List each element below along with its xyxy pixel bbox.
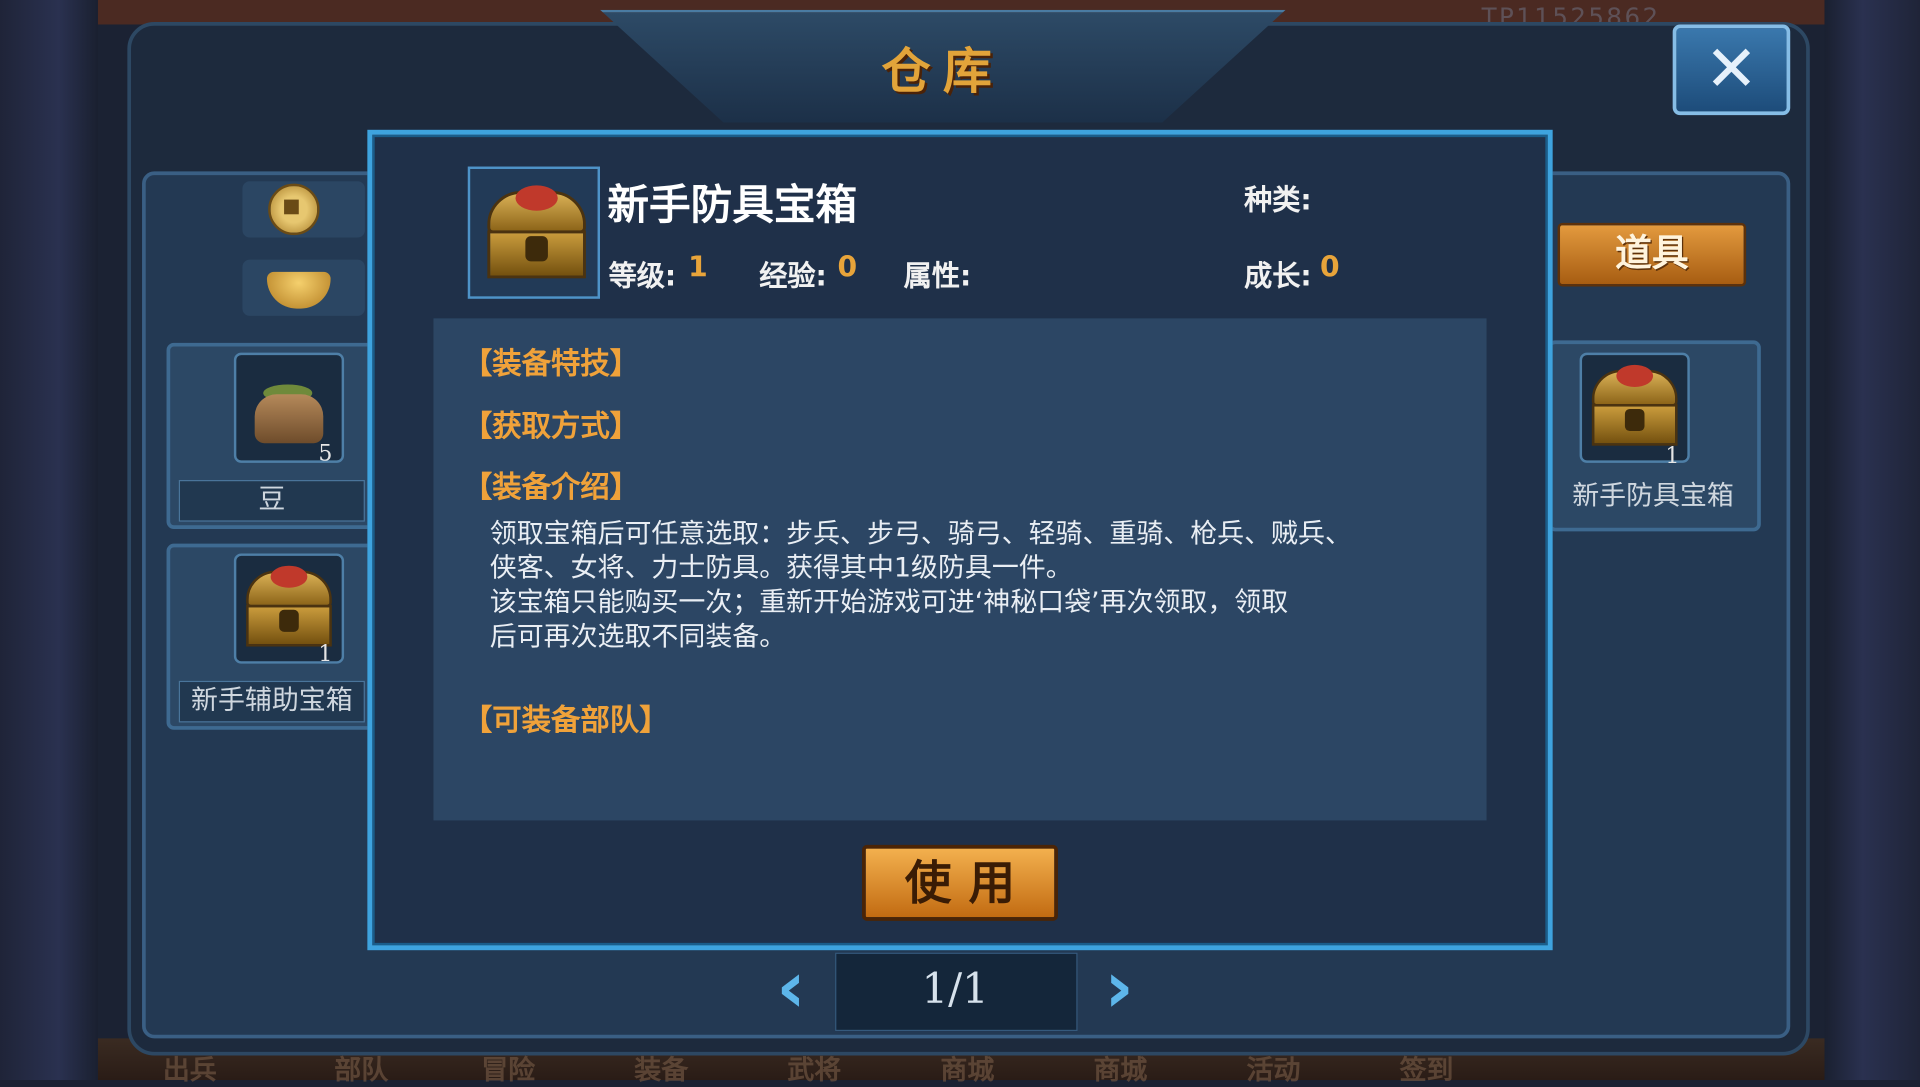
- next-page-button[interactable]: ›: [1090, 951, 1149, 1026]
- chevron-left-icon: ‹: [776, 945, 806, 1029]
- section-equip-intro: 【装备介绍】: [462, 470, 640, 505]
- item-count: 5: [318, 440, 333, 467]
- item-label: 新手辅助宝箱: [178, 680, 365, 723]
- chevron-right-icon: ›: [1104, 945, 1134, 1029]
- treasure-chest-icon: [246, 565, 332, 647]
- prev-page-button[interactable]: ‹: [762, 951, 821, 1026]
- use-button[interactable]: 使用: [862, 844, 1058, 921]
- item-name: 新手防具宝箱: [607, 181, 858, 231]
- growth-value: 0: [1320, 252, 1340, 285]
- close-icon: ✕: [1704, 33, 1759, 107]
- section-equippable-troops: 【可装备部队】: [462, 702, 669, 738]
- exp-value: 0: [837, 252, 858, 285]
- type-label: 种类:: [1244, 184, 1312, 217]
- coin-hole: [284, 199, 299, 215]
- background-right: [1824, 0, 1920, 1081]
- treasure-chest-icon: [1591, 364, 1678, 446]
- section-equip-skills: 【装备特技】: [462, 346, 640, 381]
- treasure-chest-icon: [487, 185, 586, 279]
- tab-props[interactable]: 道具: [1557, 222, 1747, 287]
- window-title: 仓库: [881, 42, 1005, 101]
- section-obtain-method: 【获取方式】: [462, 408, 640, 444]
- page-number: 1/1: [921, 964, 989, 1014]
- background-left: [0, 0, 98, 1081]
- description-line: 后可再次选取不同装备。: [489, 622, 787, 653]
- item-count: 1: [1665, 443, 1680, 469]
- item-label: 新手防具宝箱: [1572, 481, 1734, 512]
- bean-sack-icon: [254, 394, 324, 444]
- exp-label: 经验:: [759, 260, 827, 293]
- item-label: 豆: [178, 480, 365, 522]
- close-button[interactable]: ✕: [1672, 24, 1791, 116]
- attribute-label: 属性:: [903, 260, 972, 293]
- level-value: 1: [688, 252, 708, 285]
- item-count: 1: [318, 641, 333, 668]
- growth-label: 成长:: [1244, 260, 1312, 293]
- level-label: 等级:: [608, 260, 677, 293]
